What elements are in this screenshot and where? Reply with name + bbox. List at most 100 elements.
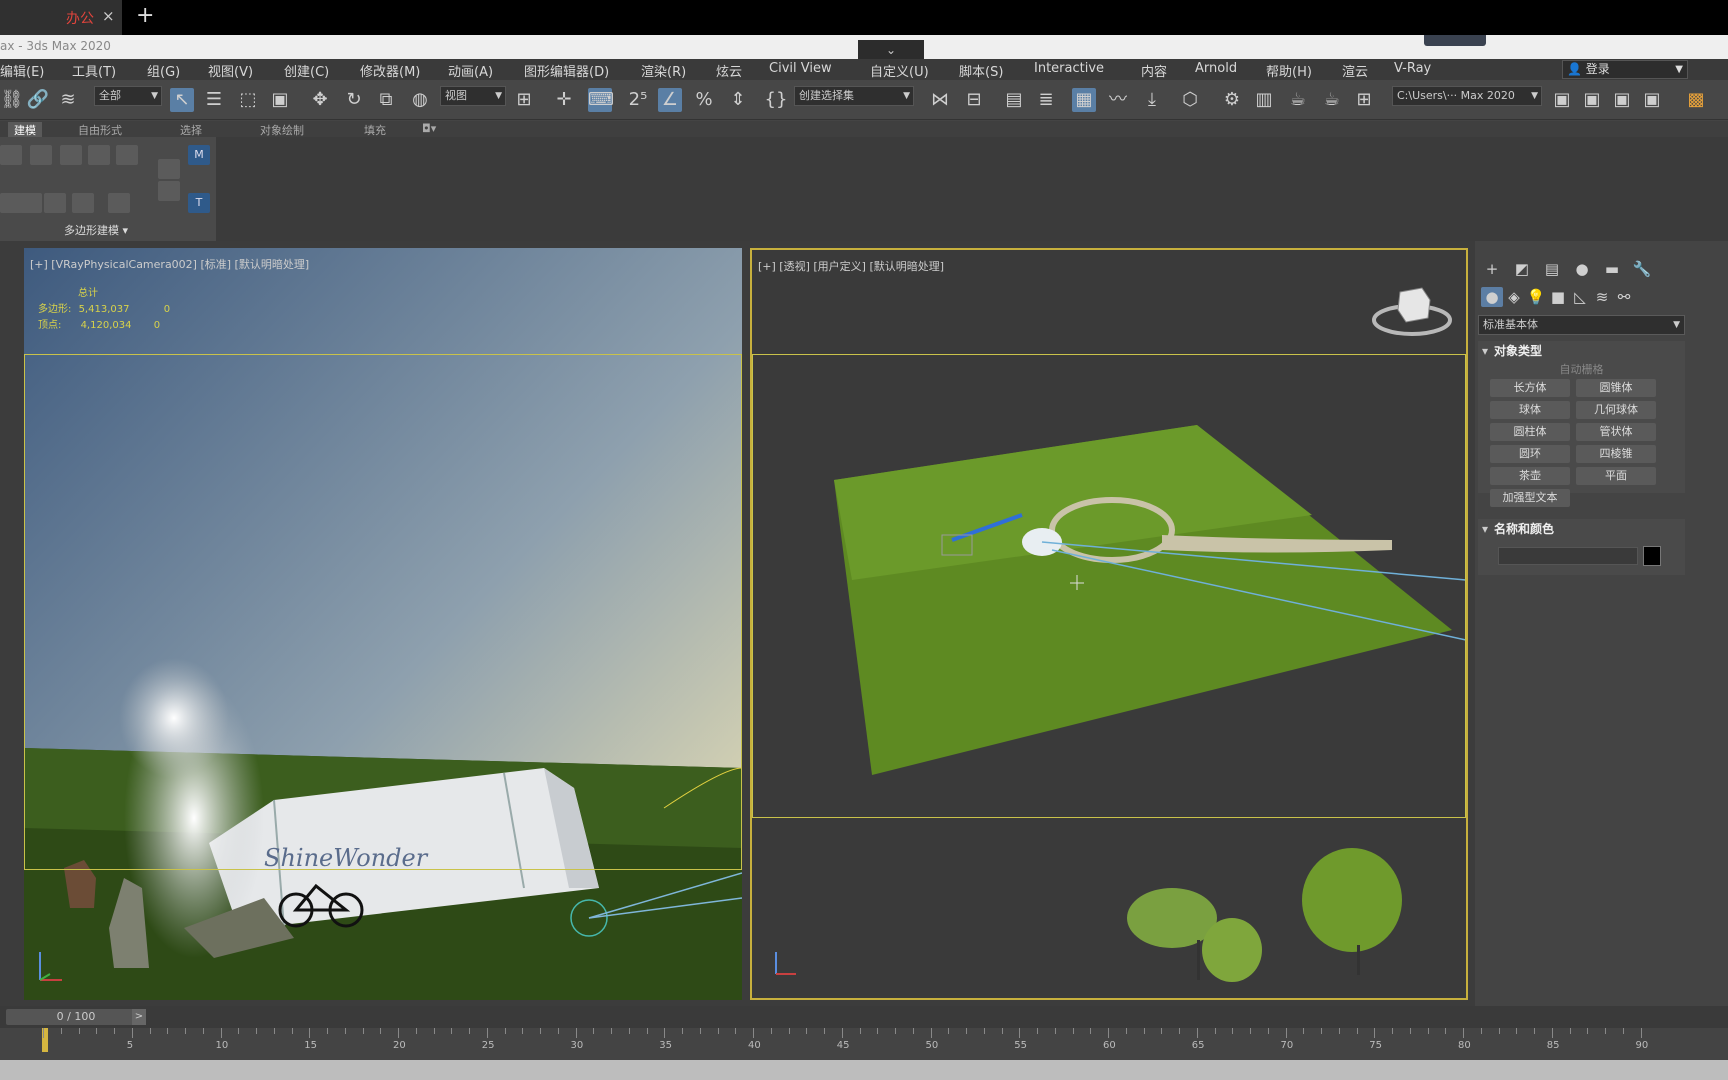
viewport-label[interactable]: [+] [透视] [用户定义] [默认明暗处理] — [758, 258, 944, 274]
ribbon-button[interactable] — [60, 145, 82, 165]
sphere-button[interactable]: 球体 — [1490, 401, 1570, 419]
lights-icon[interactable]: 💡 — [1525, 287, 1547, 307]
menu-edit[interactable]: 编辑(E) — [0, 61, 44, 80]
plane-button[interactable]: 平面 — [1576, 467, 1656, 485]
material-editor-icon[interactable]: ⬡ — [1178, 88, 1202, 112]
menu-views[interactable]: 视图(V) — [208, 61, 253, 80]
menu-tools[interactable]: 工具(T) — [72, 61, 116, 80]
camera-viewport[interactable]: ShineWonder [+] [VRayPhysicalCamera002] … — [24, 248, 742, 1000]
ribbon-button[interactable] — [116, 145, 138, 165]
cylinder-button[interactable]: 圆柱体 — [1490, 423, 1570, 441]
menu-vray[interactable]: V-Ray — [1394, 61, 1431, 76]
ribbon-button[interactable] — [158, 159, 180, 179]
close-icon[interactable]: × — [102, 7, 115, 25]
ribbon-button[interactable] — [108, 193, 130, 213]
scene-explorer-icon[interactable]: ▤ — [1002, 88, 1026, 112]
shapes-icon[interactable]: ◈ — [1503, 287, 1525, 307]
snap-2.5-icon[interactable]: 2⁵ — [626, 88, 650, 112]
link-icon[interactable]: ⛓ — [0, 88, 24, 112]
create-icon[interactable]: + — [1481, 259, 1503, 279]
time-slider[interactable]: 0 / 100 — [6, 1009, 146, 1025]
rendered-frame-icon[interactable]: ▥ — [1252, 88, 1276, 112]
rect-select-icon[interactable]: ⬚ — [236, 88, 260, 112]
select-object-icon[interactable]: ↖ — [170, 88, 194, 112]
cone-button[interactable]: 圆锥体 — [1576, 379, 1656, 397]
angle-snap-icon[interactable]: ∠ — [658, 88, 682, 112]
render-icon[interactable]: ☕ — [1286, 88, 1310, 112]
menu-create[interactable]: 创建(C) — [284, 61, 329, 80]
ribbon-t-icon[interactable]: T — [188, 193, 210, 213]
ribbon-button[interactable] — [158, 181, 180, 201]
geosphere-button[interactable]: 几何球体 — [1576, 401, 1656, 419]
project-folder-icon[interactable]: ▣ — [1550, 88, 1574, 112]
menu-arnold[interactable]: Arnold — [1195, 61, 1237, 76]
scale-icon[interactable]: ⧉ — [374, 88, 398, 112]
align-icon[interactable]: ⊟ — [962, 88, 986, 112]
edit-named-sets-icon[interactable]: {} — [764, 88, 788, 112]
keyboard-shortcut-override-icon[interactable]: ⌨ — [588, 88, 614, 112]
schematic-view-icon[interactable]: ⤓ — [1140, 88, 1164, 112]
tab-freeform[interactable]: 自由形式 — [78, 122, 122, 138]
ribbon-toggle-icon[interactable]: ▦ — [1072, 88, 1096, 112]
tab-object-paint[interactable]: 对象绘制 — [260, 122, 304, 138]
menu-graph-editors[interactable]: 图形编辑器(D) — [524, 61, 609, 80]
menu-xuanyun-render[interactable]: 渲云 — [1342, 61, 1368, 80]
render-grid-icon[interactable]: ⊞ — [1352, 88, 1376, 112]
mini-toolbar-handle[interactable] — [1424, 35, 1486, 46]
layer-explorer-icon[interactable]: ≣ — [1034, 88, 1058, 112]
ribbon-button[interactable] — [0, 145, 22, 165]
window-crossing-icon[interactable]: ▣ — [268, 88, 292, 112]
motion-icon[interactable]: ● — [1571, 259, 1593, 279]
ribbon-m-icon[interactable]: M — [188, 145, 210, 165]
pivot-icon[interactable]: ⊞ — [512, 88, 536, 112]
systems-icon[interactable]: ⚯ — [1613, 287, 1635, 307]
render-setup-icon[interactable]: ⚙ — [1220, 88, 1244, 112]
selection-filter-dropdown[interactable]: 全部 ▼ — [94, 86, 162, 106]
placement-icon[interactable]: ◍ — [408, 88, 432, 112]
curve-editor-icon[interactable]: 〰 — [1106, 88, 1130, 112]
helpers-icon[interactable]: ◺ — [1569, 287, 1591, 307]
percent-snap-icon[interactable]: % — [692, 88, 716, 112]
teapot-button[interactable]: 茶壶 — [1490, 467, 1570, 485]
viewcube-icon[interactable] — [1370, 278, 1454, 342]
menu-group[interactable]: 组(G) — [147, 61, 180, 80]
tab-selection[interactable]: 选择 — [180, 122, 202, 138]
document-tab[interactable]: 办公 × — [0, 0, 122, 35]
ribbon-button[interactable] — [20, 193, 42, 213]
object-color-swatch[interactable] — [1643, 546, 1661, 566]
geometry-icon[interactable]: ● — [1481, 287, 1503, 307]
ribbon-button[interactable] — [72, 193, 94, 213]
ribbon-button[interactable] — [0, 193, 22, 213]
add-tab-icon[interactable]: + — [136, 3, 154, 28]
camera-options-icon[interactable]: ◘▾ — [422, 122, 436, 135]
select-by-name-icon[interactable]: ☰ — [202, 88, 226, 112]
login-dropdown[interactable]: 👤 登录 ▼ — [1562, 60, 1688, 79]
named-selection-dropdown[interactable]: 创建选择集 ▼ — [794, 86, 914, 106]
perspective-viewport[interactable]: [+] [透视] [用户定义] [默认明暗处理] — [750, 248, 1468, 1000]
next-frame-icon[interactable]: > — [132, 1009, 146, 1025]
viewport-label[interactable]: [+] [VRayPhysicalCamera002] [标准] [默认明暗处理… — [30, 256, 309, 272]
ribbon-button[interactable] — [30, 145, 52, 165]
box-button[interactable]: 长方体 — [1490, 379, 1570, 397]
rollout-header[interactable]: 名称和颜色 — [1478, 519, 1685, 539]
tube-button[interactable]: 管状体 — [1576, 423, 1656, 441]
cameras-icon[interactable]: ■ — [1547, 287, 1569, 307]
tab-modeling[interactable]: 建模 — [8, 122, 42, 138]
modify-icon[interactable]: ◩ — [1511, 259, 1533, 279]
mirror-icon[interactable]: ⋈ — [928, 88, 952, 112]
menu-xuanyun[interactable]: 炫云 — [716, 61, 742, 80]
collapse-chevron-icon[interactable]: ⌄ — [858, 40, 924, 60]
spinner-snap-icon[interactable]: ⇕ — [726, 88, 750, 112]
display-icon[interactable]: ▬ — [1601, 259, 1623, 279]
tab-populate[interactable]: 填充 — [364, 122, 386, 138]
utilities-icon[interactable]: 🔧 — [1631, 259, 1653, 279]
plugin-icon[interactable]: ▩ — [1684, 88, 1708, 112]
set-project-icon[interactable]: ▣ — [1610, 88, 1634, 112]
pyramid-button[interactable]: 四棱锥 — [1576, 445, 1656, 463]
autogrid-checkbox[interactable]: 自动栅格 — [1478, 361, 1685, 379]
render-iterative-icon[interactable]: ☕ — [1320, 88, 1344, 112]
unlink-icon[interactable]: 🔗 — [26, 88, 50, 112]
rollout-header[interactable]: 对象类型 — [1478, 341, 1685, 361]
object-name-field[interactable] — [1498, 547, 1638, 565]
menu-interactive[interactable]: Interactive — [1034, 61, 1104, 76]
